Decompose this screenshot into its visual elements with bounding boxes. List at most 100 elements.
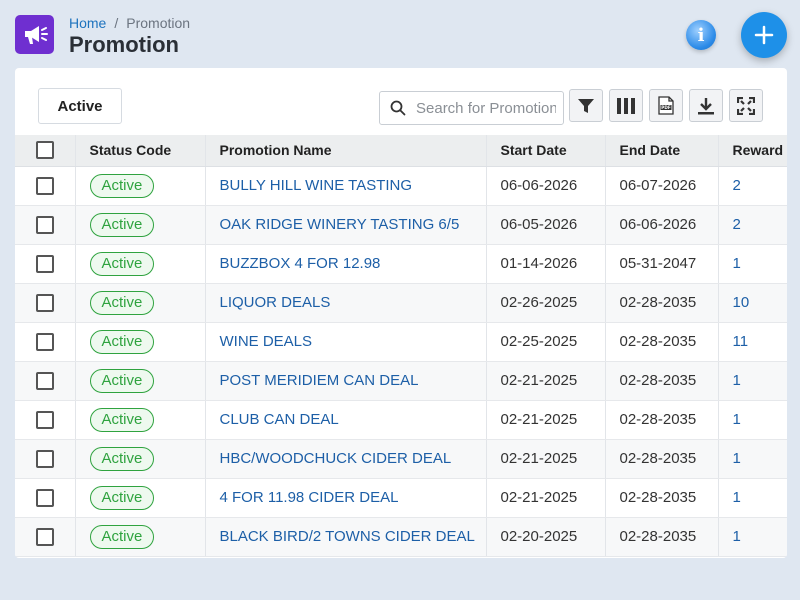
column-header-promotion-name[interactable]: Promotion Name bbox=[205, 135, 487, 167]
export-pdf-button[interactable]: PDF bbox=[649, 89, 683, 122]
start-date-cell: 02-20-2025 bbox=[486, 517, 606, 557]
table-row[interactable]: Active BULLY HILL WINE TASTING 06-06-2026 0… bbox=[15, 166, 787, 206]
promotion-name-link[interactable]: BLACK BIRD/2 TOWNS CIDER DEAL bbox=[220, 528, 475, 545]
reward-cell: 1 bbox=[718, 400, 787, 440]
promotion-name-link[interactable]: BULLY HILL WINE TASTING bbox=[220, 177, 413, 194]
reward-link[interactable]: 1 bbox=[733, 372, 741, 389]
table-row[interactable]: Active OAK RIDGE WINERY TASTING 6/5 06-05-… bbox=[15, 205, 787, 245]
status-cell: Active bbox=[75, 283, 206, 323]
row-checkbox[interactable] bbox=[35, 527, 54, 546]
status-badge: Active bbox=[89, 329, 155, 354]
table-row[interactable]: Active HBC/WOODCHUCK CIDER DEAL 02-21-2025… bbox=[15, 439, 787, 479]
reward-link[interactable]: 1 bbox=[733, 450, 741, 467]
start-date-cell: 02-25-2025 bbox=[486, 322, 606, 362]
row-checkbox[interactable] bbox=[35, 332, 54, 351]
add-promotion-button[interactable] bbox=[741, 12, 787, 58]
end-date-cell: 06-07-2026 bbox=[605, 166, 719, 206]
promotion-name-cell: BLACK BIRD/2 TOWNS CIDER DEAL bbox=[205, 517, 487, 557]
promotion-name-cell: WINE DEALS bbox=[205, 322, 487, 362]
status-badge: Active bbox=[89, 251, 155, 276]
status-badge: Active bbox=[89, 368, 155, 393]
status-cell: Active bbox=[75, 439, 206, 479]
reward-cell: 1 bbox=[718, 439, 787, 479]
promotion-name-cell: CLUB CAN DEAL bbox=[205, 400, 487, 440]
promotion-name-link[interactable]: CLUB CAN DEAL bbox=[220, 411, 339, 428]
promotion-name-link[interactable]: BUZZBOX 4 FOR 12.98 bbox=[220, 255, 381, 272]
row-select-cell bbox=[15, 166, 76, 206]
reward-link[interactable]: 1 bbox=[733, 528, 741, 545]
table-row[interactable]: Active 4 FOR 11.98 CIDER DEAL 02-21-2025 02… bbox=[15, 478, 787, 518]
select-all-cell bbox=[15, 135, 76, 167]
page-title: Promotion bbox=[69, 32, 179, 57]
row-checkbox[interactable] bbox=[35, 371, 54, 390]
download-button[interactable] bbox=[689, 89, 723, 122]
row-checkbox[interactable] bbox=[35, 488, 54, 507]
column-header-end-date[interactable]: End Date bbox=[605, 135, 719, 167]
breadcrumb-home-link[interactable]: Home bbox=[69, 15, 106, 31]
table-row[interactable]: Active CLUB CAN DEAL 02-21-2025 02-28-2035 1 bbox=[15, 400, 787, 440]
table-row[interactable]: Active BLACK BIRD/2 TOWNS CIDER DEAL 02-20… bbox=[15, 517, 787, 557]
breadcrumb-current: Promotion bbox=[126, 15, 191, 31]
status-cell: Active bbox=[75, 244, 206, 284]
start-date-cell: 02-21-2025 bbox=[486, 400, 606, 440]
promotion-name-link[interactable]: HBC/WOODCHUCK CIDER DEAL bbox=[220, 450, 452, 467]
select-all-checkbox[interactable] bbox=[35, 141, 54, 160]
reward-link[interactable]: 2 bbox=[733, 216, 741, 233]
info-button[interactable]: i bbox=[686, 20, 716, 50]
end-date-cell: 02-28-2035 bbox=[605, 517, 719, 557]
reward-link[interactable]: 1 bbox=[733, 411, 741, 428]
promotion-name-link[interactable]: 4 FOR 11.98 CIDER DEAL bbox=[220, 489, 399, 506]
promotion-name-cell: OAK RIDGE WINERY TASTING 6/5 bbox=[205, 205, 487, 245]
fullscreen-icon bbox=[737, 96, 755, 115]
promotion-name-link[interactable]: POST MERIDIEM CAN DEAL bbox=[220, 372, 419, 389]
promotion-name-cell: LIQUOR DEALS bbox=[205, 283, 487, 323]
status-cell: Active bbox=[75, 205, 206, 245]
row-select-cell bbox=[15, 205, 76, 245]
status-cell: Active bbox=[75, 400, 206, 440]
table-row[interactable]: Active POST MERIDIEM CAN DEAL 02-21-2025 02… bbox=[15, 361, 787, 401]
column-header-reward[interactable]: Reward bbox=[718, 135, 787, 167]
promotion-name-link[interactable]: WINE DEALS bbox=[220, 333, 313, 350]
end-date-cell: 06-06-2026 bbox=[605, 205, 719, 245]
table-row[interactable]: Active BUZZBOX 4 FOR 12.98 01-14-2026 05-31… bbox=[15, 244, 787, 284]
row-checkbox[interactable] bbox=[35, 215, 54, 234]
reward-link[interactable]: 2 bbox=[733, 177, 741, 194]
columns-icon bbox=[617, 97, 635, 114]
status-badge: Active bbox=[89, 485, 155, 510]
promotion-name-link[interactable]: OAK RIDGE WINERY TASTING 6/5 bbox=[220, 216, 460, 233]
filter-button[interactable] bbox=[569, 89, 603, 122]
reward-link[interactable]: 11 bbox=[733, 333, 749, 350]
row-checkbox[interactable] bbox=[35, 176, 54, 195]
column-header-start-date[interactable]: Start Date bbox=[486, 135, 606, 167]
promotion-name-cell: POST MERIDIEM CAN DEAL bbox=[205, 361, 487, 401]
promotion-name-link[interactable]: LIQUOR DEALS bbox=[220, 294, 331, 311]
reward-cell: 2 bbox=[718, 205, 787, 245]
pdf-icon: PDF bbox=[658, 96, 674, 115]
status-badge: Active bbox=[89, 446, 155, 471]
column-header-status-code[interactable]: Status Code bbox=[75, 135, 206, 167]
row-select-cell bbox=[15, 283, 76, 323]
search-box[interactable] bbox=[379, 91, 564, 125]
table-header-row: Status Code Promotion Name Start Date En… bbox=[15, 135, 787, 167]
start-date-cell: 02-21-2025 bbox=[486, 361, 606, 401]
row-checkbox[interactable] bbox=[35, 410, 54, 429]
columns-button[interactable] bbox=[609, 89, 643, 122]
row-checkbox[interactable] bbox=[35, 254, 54, 273]
table-row[interactable]: Active LIQUOR DEALS 02-26-2025 02-28-2035 10 bbox=[15, 283, 787, 323]
filter-icon bbox=[578, 98, 594, 113]
reward-link[interactable]: 1 bbox=[733, 255, 741, 272]
search-input[interactable] bbox=[416, 99, 556, 117]
status-filter-chip[interactable]: Active bbox=[38, 88, 122, 124]
status-badge: Active bbox=[89, 173, 155, 198]
start-date-cell: 02-21-2025 bbox=[486, 439, 606, 479]
table-row[interactable]: Active WINE DEALS 02-25-2025 02-28-2035 11 bbox=[15, 322, 787, 362]
reward-link[interactable]: 10 bbox=[733, 294, 750, 311]
row-checkbox[interactable] bbox=[35, 449, 54, 468]
row-checkbox[interactable] bbox=[35, 293, 54, 312]
fullscreen-button[interactable] bbox=[729, 89, 763, 122]
status-cell: Active bbox=[75, 517, 206, 557]
status-cell: Active bbox=[75, 478, 206, 518]
reward-link[interactable]: 1 bbox=[733, 489, 741, 506]
start-date-cell: 02-26-2025 bbox=[486, 283, 606, 323]
info-icon: i bbox=[697, 24, 705, 46]
